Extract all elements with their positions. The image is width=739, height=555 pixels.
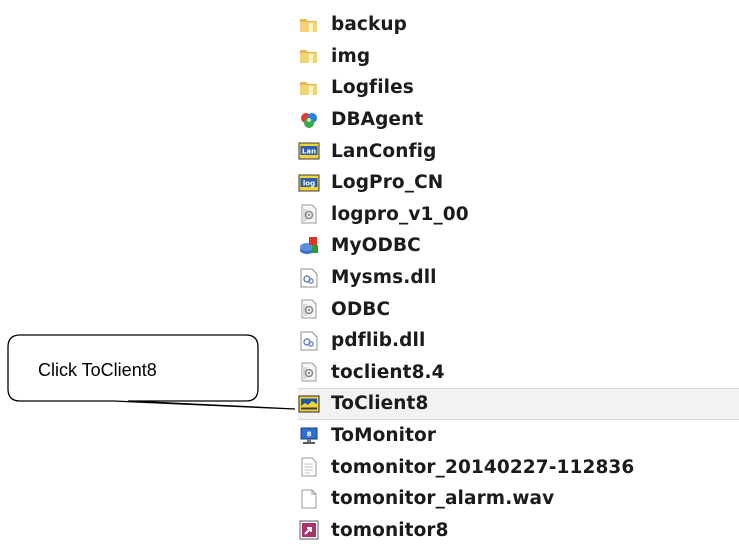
svg-text:log: log xyxy=(303,179,315,187)
file-item-toclient8[interactable]: ToClient8 xyxy=(298,388,739,420)
toclient-app-icon xyxy=(298,393,320,415)
file-label: tomonitor_alarm.wav xyxy=(331,488,555,510)
folder-icon xyxy=(298,77,320,99)
file-item-myodbc[interactable]: MyODBC xyxy=(298,230,739,262)
file-item-logfiles[interactable]: Logfiles xyxy=(298,72,739,104)
monitor-app-icon: 8 xyxy=(298,425,320,447)
file-item-backup[interactable]: backup xyxy=(298,9,739,41)
file-label: LogPro_CN xyxy=(331,172,444,194)
file-item-tomonitor[interactable]: 8 ToMonitor xyxy=(298,420,739,452)
file-label: img xyxy=(331,45,371,67)
config-file-icon xyxy=(298,361,320,383)
file-item-logpro-v1-00[interactable]: logpro_v1_00 xyxy=(298,199,739,231)
file-label: LanConfig xyxy=(331,140,437,162)
file-label: backup xyxy=(331,14,408,36)
folder-icon xyxy=(298,45,320,67)
text-file-icon xyxy=(298,456,320,478)
file-item-logpro-cn[interactable]: log LogPro_CN xyxy=(298,167,739,199)
myodbc-app-icon xyxy=(298,235,320,257)
file-label: toclient8.4 xyxy=(331,361,445,383)
config-file-icon xyxy=(298,203,320,225)
dll-file-icon xyxy=(298,267,320,289)
dbagent-app-icon xyxy=(298,109,320,131)
file-item-pdflib-dll[interactable]: pdflib.dll xyxy=(298,325,739,357)
file-label: ToClient8 xyxy=(331,393,429,415)
file-label: MyODBC xyxy=(331,235,421,257)
file-label: DBAgent xyxy=(331,109,424,131)
callout-text: Click ToClient8 xyxy=(38,360,157,380)
file-label: logpro_v1_00 xyxy=(331,203,469,225)
file-item-tomonitor-log[interactable]: tomonitor_20140227-112836 xyxy=(298,451,739,483)
callout: Click ToClient8 xyxy=(7,334,300,417)
config-file-icon xyxy=(298,298,320,320)
lanconfig-app-icon: Lan xyxy=(298,140,320,162)
svg-text:Lan: Lan xyxy=(302,148,316,156)
dll-file-icon xyxy=(298,330,320,352)
file-list: backup img Logfiles DBAgent Lan LanConfi… xyxy=(298,9,739,546)
blank-file-icon xyxy=(298,488,320,510)
file-label: tomonitor_20140227-112836 xyxy=(331,456,635,478)
file-label: ODBC xyxy=(331,298,391,320)
file-item-odbc[interactable]: ODBC xyxy=(298,293,739,325)
file-item-toclient8-4[interactable]: toclient8.4 xyxy=(298,357,739,389)
file-label: pdflib.dll xyxy=(331,330,426,352)
file-label: Logfiles xyxy=(331,77,414,99)
folder-icon xyxy=(298,14,320,36)
svg-text:8: 8 xyxy=(307,430,312,438)
file-label: ToMonitor xyxy=(331,425,437,447)
file-item-mysms-dll[interactable]: Mysms.dll xyxy=(298,262,739,294)
file-item-dbagent[interactable]: DBAgent xyxy=(298,104,739,136)
file-label: tomonitor8 xyxy=(331,519,449,541)
file-label: Mysms.dll xyxy=(331,267,437,289)
file-item-tomonitor-alarm-wav[interactable]: tomonitor_alarm.wav xyxy=(298,483,739,515)
logpro-app-icon: log xyxy=(298,172,320,194)
file-item-tomonitor8[interactable]: tomonitor8 xyxy=(298,515,739,547)
file-item-lanconfig[interactable]: Lan LanConfig xyxy=(298,135,739,167)
file-item-img[interactable]: img xyxy=(298,41,739,73)
shortcut-app-icon xyxy=(298,519,320,541)
